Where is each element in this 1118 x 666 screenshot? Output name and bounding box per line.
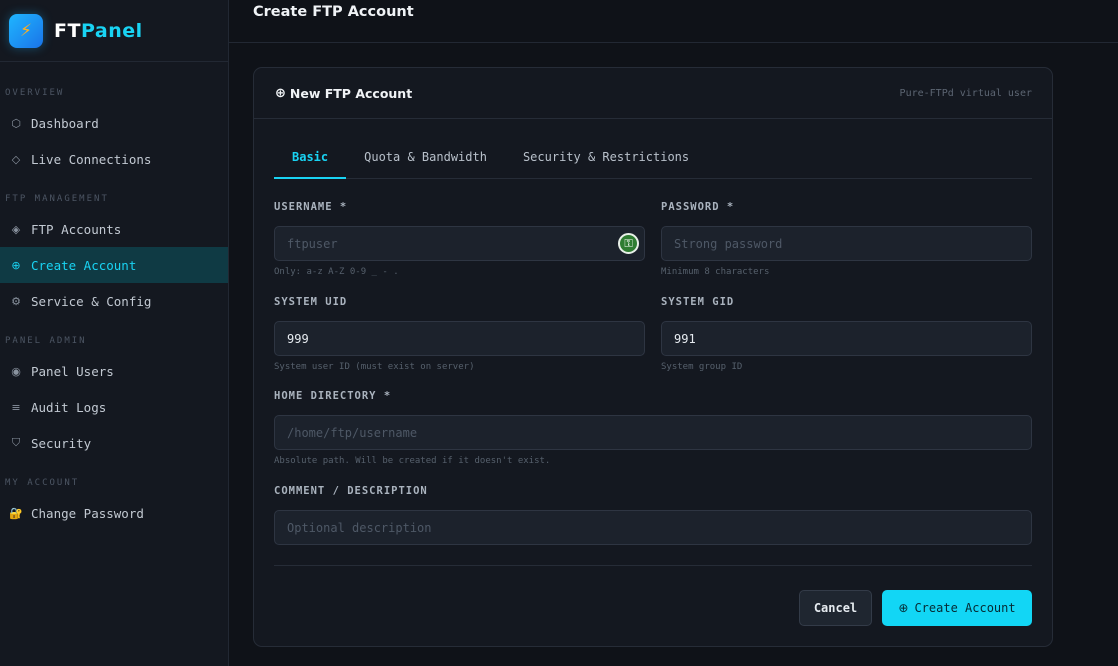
card-title: ⊕ New FTP Account: [275, 86, 412, 101]
lightning-logo-icon: ⚡: [9, 13, 43, 48]
new-account-card: ⊕ New FTP Account Pure-FTPd virtual user…: [253, 67, 1053, 647]
card-title-text: New FTP Account: [289, 85, 413, 101]
sidebar-item-label: Panel Users: [31, 363, 114, 379]
sidebar-item-panel-users[interactable]: ◉ Panel Users: [0, 353, 228, 389]
uid-field-group: SYSTEM UID 999 System user ID (must exis…: [274, 296, 645, 374]
list-icon: ≡: [11, 400, 21, 414]
diamond-icon: ◇: [11, 152, 21, 166]
gid-input[interactable]: 991: [661, 321, 1032, 356]
create-account-label: Create Account: [914, 601, 1016, 615]
uid-input[interactable]: 999: [274, 321, 645, 356]
sidebar-item-label: Dashboard: [31, 115, 99, 131]
form-divider: [274, 565, 1032, 566]
username-field-group: USERNAME * ftpuser ⚿ Only: a-z A-Z 0-9 _…: [274, 201, 645, 279]
brand-name: FT Panel: [54, 20, 143, 42]
sidebar-item-label: Security: [31, 435, 92, 451]
shield-icon: ⛉: [11, 436, 21, 449]
sidebar-item-service-config[interactable]: ⚙ Service & Config: [0, 283, 228, 319]
sidebar-item-label: Create Account: [31, 257, 137, 273]
sidebar-item-change-password[interactable]: 🔐 Change Password: [0, 495, 228, 531]
sidebar-item-security[interactable]: ⛉ Security: [0, 425, 228, 461]
sidebar-item-label: Live Connections: [31, 151, 152, 167]
password-label: PASSWORD *: [661, 201, 735, 213]
card-header: ⊕ New FTP Account Pure-FTPd virtual user: [254, 68, 1052, 119]
uid-help: System user ID (must exist on server): [274, 362, 475, 372]
password-input[interactable]: Strong password: [661, 226, 1032, 261]
comment-field-group: COMMENT / DESCRIPTION Optional descripti…: [274, 485, 1032, 545]
brand-name-part2: Panel: [80, 19, 143, 42]
sidebar-item-label: Audit Logs: [31, 399, 107, 415]
brand-name-part1: FT: [54, 19, 81, 42]
cancel-button[interactable]: Cancel: [799, 590, 872, 626]
gid-field-group: SYSTEM GID 991 System group ID: [661, 296, 1032, 374]
sidebar-item-live-connections[interactable]: ◇ Live Connections: [0, 141, 228, 177]
gid-value: 991: [674, 331, 696, 346]
uid-label: SYSTEM UID: [274, 296, 348, 308]
create-account-button[interactable]: ⊕ Create Account: [882, 590, 1032, 626]
tab-basic[interactable]: Basic: [274, 139, 347, 179]
uid-value: 999: [287, 331, 309, 346]
gear-icon: ⚙: [11, 294, 21, 308]
nav-section-my-account: MY ACCOUNT: [5, 478, 80, 488]
password-field-group: PASSWORD * Strong password Minimum 8 cha…: [661, 201, 1032, 279]
circle-plus-icon: ⊕: [11, 258, 21, 272]
home-directory-field-group: HOME DIRECTORY * /home/ftp/username Abso…: [274, 390, 1032, 468]
comment-label: COMMENT / DESCRIPTION: [274, 485, 428, 497]
home-directory-help: Absolute path. Will be created if it doe…: [274, 456, 551, 466]
comment-placeholder: Optional description: [287, 520, 432, 535]
sidebar-item-label: Change Password: [31, 505, 144, 521]
username-placeholder: ftpuser: [287, 236, 338, 251]
circle-plus-icon: ⊕: [898, 601, 909, 615]
password-placeholder: Strong password: [674, 236, 783, 251]
gid-help: System group ID: [661, 362, 743, 372]
tab-security-restrictions[interactable]: Security & Restrictions: [505, 139, 707, 179]
page-title: Create FTP Account: [253, 4, 414, 20]
nav-section-ftp-management: FTP MANAGEMENT: [5, 194, 109, 204]
tab-quota-bandwidth[interactable]: Quota & Bandwidth: [346, 139, 505, 179]
lock-key-icon: 🔐: [9, 506, 23, 520]
password-help: Minimum 8 characters: [661, 267, 770, 277]
nav-section-panel-admin: PANEL ADMIN: [5, 336, 87, 346]
sidebar: ⚡ FT Panel OVERVIEW ⬡ Dashboard ◇ Live Co…: [0, 0, 229, 666]
hexagon-icon: ⬡: [11, 116, 21, 130]
gid-label: SYSTEM GID: [661, 296, 735, 308]
form-tabs: Basic Quota & Bandwidth Security & Restr…: [274, 139, 1032, 179]
home-directory-label: HOME DIRECTORY *: [274, 390, 392, 402]
home-directory-input[interactable]: /home/ftp/username: [274, 415, 1032, 450]
password-manager-key-icon[interactable]: ⚿: [618, 233, 639, 254]
sidebar-item-label: Service & Config: [31, 293, 152, 309]
username-help: Only: a-z A-Z 0-9 _ - .: [274, 267, 399, 277]
username-input[interactable]: ftpuser ⚿: [274, 226, 645, 261]
username-label: USERNAME *: [274, 201, 348, 213]
sidebar-item-ftp-accounts[interactable]: ◈ FTP Accounts: [0, 211, 228, 247]
user-circle-icon: ◉: [11, 364, 21, 378]
topbar: Create FTP Account: [229, 0, 1118, 43]
sidebar-item-audit-logs[interactable]: ≡ Audit Logs: [0, 389, 228, 425]
circle-plus-icon: ⊕: [275, 85, 286, 101]
brand[interactable]: ⚡ FT Panel: [0, 0, 228, 62]
diamond-dot-icon: ◈: [11, 222, 21, 236]
sidebar-item-dashboard[interactable]: ⬡ Dashboard: [0, 105, 228, 141]
sidebar-item-label: FTP Accounts: [31, 221, 122, 237]
sidebar-item-create-account[interactable]: ⊕ Create Account: [0, 247, 228, 283]
nav-section-overview: OVERVIEW: [5, 88, 65, 98]
comment-input[interactable]: Optional description: [274, 510, 1032, 545]
card-subtitle: Pure-FTPd virtual user: [899, 87, 1032, 99]
home-directory-placeholder: /home/ftp/username: [287, 425, 418, 440]
